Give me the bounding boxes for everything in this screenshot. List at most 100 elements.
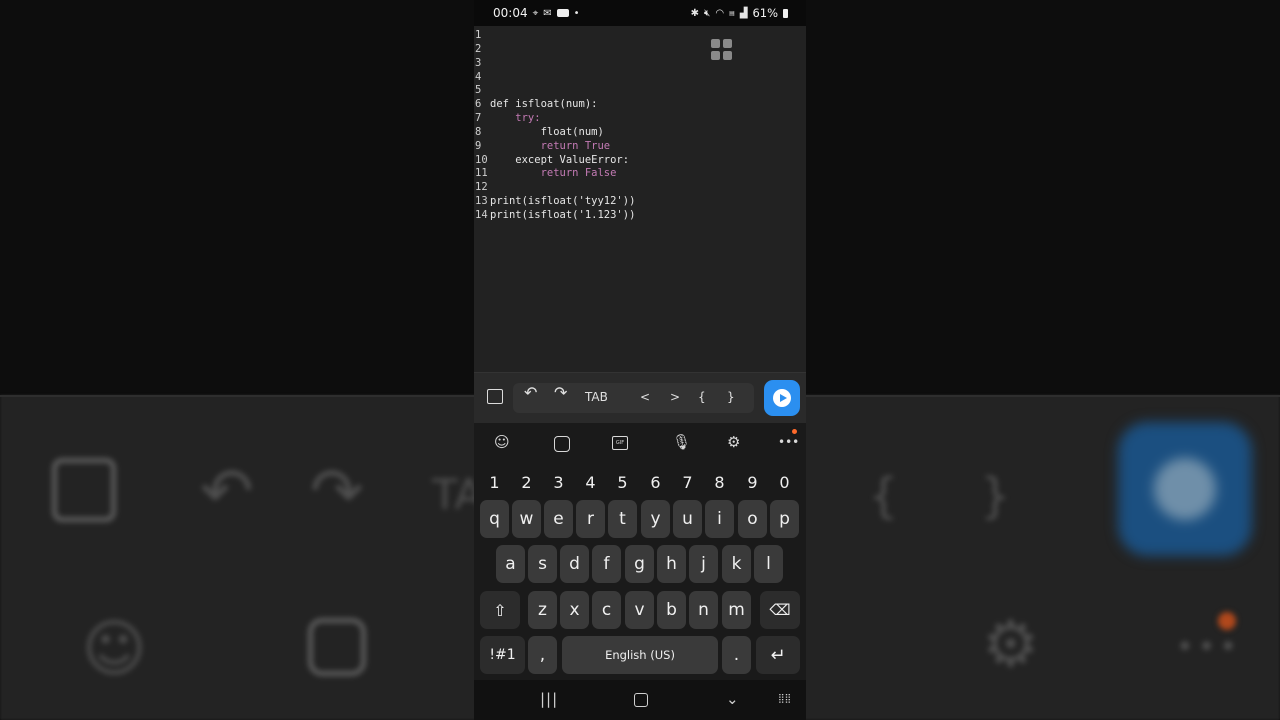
bg-play-icon: [1118, 422, 1252, 556]
navigation-bar: ||| ⌄ ⣿⣿: [474, 680, 806, 720]
key-r[interactable]: r: [576, 500, 605, 538]
mail-icon: ✉: [543, 7, 552, 19]
recent-apps-icon[interactable]: |||: [540, 690, 558, 708]
code-line: 4: [474, 71, 806, 85]
undo-icon[interactable]: ↶: [524, 383, 537, 402]
key-p[interactable]: p: [770, 500, 799, 538]
code-line: 13 print(isfloat('tyy12')): [474, 195, 806, 209]
key-z[interactable]: z: [528, 591, 557, 629]
notification-dot: [792, 429, 797, 434]
key-6[interactable]: 6: [641, 465, 670, 499]
key-w[interactable]: w: [512, 500, 541, 538]
more-icon[interactable]: •••: [778, 435, 799, 449]
key-u[interactable]: u: [673, 500, 702, 538]
symbols-key[interactable]: !#1: [480, 636, 525, 674]
backspace-key[interactable]: ⌫: [760, 591, 800, 629]
key-4[interactable]: 4: [576, 465, 605, 499]
space-key[interactable]: English (US): [562, 636, 718, 674]
key-e[interactable]: e: [544, 500, 573, 538]
list-icon[interactable]: [487, 389, 503, 404]
key-1[interactable]: 1: [480, 465, 509, 499]
key-f[interactable]: f: [592, 545, 621, 583]
code-line: 7 try:: [474, 112, 806, 126]
key-i[interactable]: i: [705, 500, 734, 538]
line-code: float(num): [490, 125, 604, 138]
bg-lbrace: {: [868, 468, 899, 524]
key-h[interactable]: h: [657, 545, 686, 583]
key-m[interactable]: m: [722, 591, 751, 629]
key-n[interactable]: n: [689, 591, 718, 629]
line-number: 4: [475, 70, 482, 83]
home-icon[interactable]: [634, 693, 648, 707]
key-x[interactable]: x: [560, 591, 589, 629]
key-y[interactable]: y: [641, 500, 670, 538]
number-row: 1 2 3 4 5 6 7 8 9 0: [474, 463, 806, 501]
key-v[interactable]: v: [625, 591, 654, 629]
code-line: 14 print(isfloat('1.123')): [474, 209, 806, 223]
battery-percent: 61%: [752, 6, 778, 20]
phone-screen: 00:04 ⌖ ✉ • ✱ 🔇︎ ◠ ▤ ▟ 61% 1 2 3 4 5 6 de…: [474, 0, 806, 720]
redo-icon[interactable]: ↷: [554, 383, 567, 402]
run-button[interactable]: [764, 380, 800, 416]
grid-menu-icon[interactable]: [711, 39, 732, 60]
shift-key[interactable]: ⇧: [480, 591, 520, 629]
line-code: return False: [490, 167, 617, 180]
key-k[interactable]: k: [722, 545, 751, 583]
line-code: return True: [490, 139, 611, 152]
key-9[interactable]: 9: [738, 465, 767, 499]
editor-toolbar: ↶ ↷ TAB < > { }: [474, 372, 806, 423]
key-0[interactable]: 0: [770, 465, 799, 499]
location-icon: ⌖: [532, 7, 539, 19]
bluetooth-icon: ✱: [690, 7, 700, 19]
bg-rbrace: }: [980, 468, 1011, 524]
line-number: 2: [475, 42, 482, 55]
dot-icon: •: [573, 7, 580, 19]
key-2[interactable]: 2: [512, 465, 541, 499]
code-line: 8 float(num): [474, 126, 806, 140]
key-c[interactable]: c: [592, 591, 621, 629]
tab-button[interactable]: TAB: [585, 390, 608, 404]
period-key[interactable]: .: [722, 636, 751, 674]
toolbar-key-group: [513, 383, 754, 413]
line-number: 13: [475, 195, 488, 208]
line-number: 14: [475, 208, 488, 221]
bg-sticker-icon: [308, 618, 366, 676]
line-code: try:: [490, 112, 541, 125]
close-brace-button[interactable]: }: [727, 390, 735, 404]
key-8[interactable]: 8: [705, 465, 734, 499]
open-brace-button[interactable]: {: [698, 390, 706, 404]
code-line: 1: [474, 29, 806, 43]
back-chevron-down-icon[interactable]: ⌄: [726, 690, 739, 708]
key-d[interactable]: d: [560, 545, 589, 583]
keyboard-switch-icon[interactable]: ⣿⣿: [778, 694, 791, 704]
settings-icon[interactable]: ⚙: [727, 433, 740, 451]
emoji-icon[interactable]: ☺: [494, 433, 510, 451]
status-time: 00:04: [493, 6, 528, 20]
key-3[interactable]: 3: [544, 465, 573, 499]
key-t[interactable]: t: [608, 500, 637, 538]
key-l[interactable]: l: [754, 545, 783, 583]
letter-row-3: ⇧ z x c v b n m ⌫: [474, 591, 806, 629]
gif-icon[interactable]: GIF: [612, 436, 628, 450]
key-g[interactable]: g: [625, 545, 654, 583]
less-than-button[interactable]: <: [640, 390, 650, 404]
key-7[interactable]: 7: [673, 465, 702, 499]
key-q[interactable]: q: [480, 500, 509, 538]
microphone-icon[interactable]: 🎙︎: [672, 433, 691, 451]
line-number: 9: [475, 139, 482, 152]
greater-than-button[interactable]: >: [670, 390, 680, 404]
comma-key[interactable]: ,: [528, 636, 557, 674]
keyboard-toolbar: ☺ GIF 🎙︎ ⚙ •••: [474, 423, 806, 463]
key-5[interactable]: 5: [608, 465, 637, 499]
code-editor[interactable]: 1 2 3 4 5 6 def isfloat(num): 7 try: 8 fl…: [474, 26, 806, 372]
key-a[interactable]: a: [496, 545, 525, 583]
bg-undo-icon: ↶: [200, 455, 254, 529]
key-o[interactable]: o: [738, 500, 767, 538]
bg-notification-dot: [1218, 612, 1236, 630]
sticker-icon[interactable]: [554, 436, 570, 452]
enter-key[interactable]: ↵: [756, 636, 800, 674]
key-j[interactable]: j: [689, 545, 718, 583]
code-line: 11 return False: [474, 167, 806, 181]
key-s[interactable]: s: [528, 545, 557, 583]
key-b[interactable]: b: [657, 591, 686, 629]
